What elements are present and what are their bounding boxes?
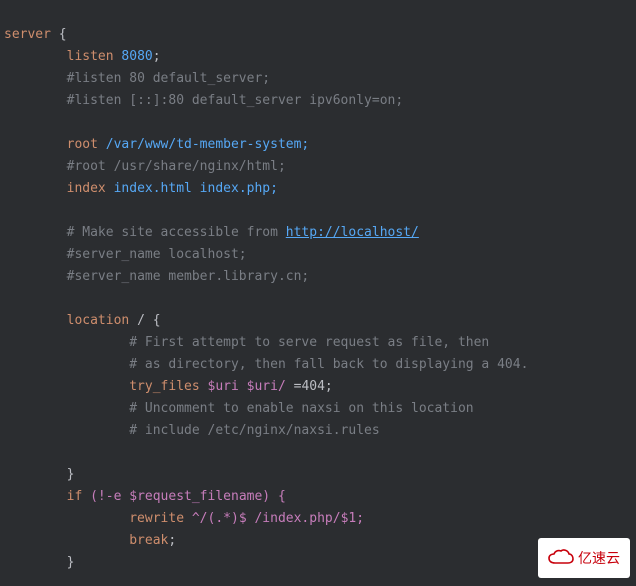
watermark-logo: 亿速云 [538, 538, 630, 578]
var-uri-slash: $uri/ [239, 379, 286, 394]
tryfiles-end: =404; [286, 379, 333, 394]
port: 8080 [114, 49, 153, 64]
brace-close: } [67, 467, 75, 482]
var-uri: $uri [200, 379, 239, 394]
root-path: /var/www/td-member-system; [98, 137, 309, 152]
cloud-icon [548, 549, 574, 567]
comment: #root /usr/share/nginx/html; [67, 159, 286, 174]
semi: ; [153, 49, 161, 64]
location-head: / { [129, 313, 160, 328]
code-block: server { listen 8080; #listen 80 default… [0, 0, 636, 574]
comment: # Make site accessible from [67, 225, 286, 240]
semi: ; [168, 533, 176, 548]
kw-rewrite: rewrite [129, 511, 184, 526]
comment: #server_name member.library.cn; [67, 269, 310, 284]
kw-if: if [67, 489, 83, 504]
comment: #listen [::]:80 default_server ipv6only=… [67, 93, 404, 108]
url-localhost[interactable]: http://localhost/ [286, 225, 419, 240]
kw-listen: listen [67, 49, 114, 64]
comment: #listen 80 default_server; [67, 71, 271, 86]
kw-location: location [67, 313, 130, 328]
kw-tryfiles: try_files [129, 379, 199, 394]
rewrite-args: ^/(.*)$ /index.php/$1; [184, 511, 364, 526]
comment: # include /etc/nginx/naxsi.rules [129, 423, 379, 438]
kw-index: index [67, 181, 106, 196]
brace-close: } [67, 555, 75, 570]
comment: #server_name localhost; [67, 247, 247, 262]
comment: # as directory, then fall back to displa… [129, 357, 528, 372]
kw-server: server [4, 27, 51, 42]
brace-open: { [51, 27, 67, 42]
index-files: index.html index.php; [106, 181, 278, 196]
kw-break: break [129, 533, 168, 548]
if-cond: (!-e $request_filename) { [82, 489, 286, 504]
kw-root: root [67, 137, 98, 152]
comment: # Uncomment to enable naxsi on this loca… [129, 401, 473, 416]
comment: # First attempt to serve request as file… [129, 335, 489, 350]
logo-text: 亿速云 [578, 547, 620, 569]
